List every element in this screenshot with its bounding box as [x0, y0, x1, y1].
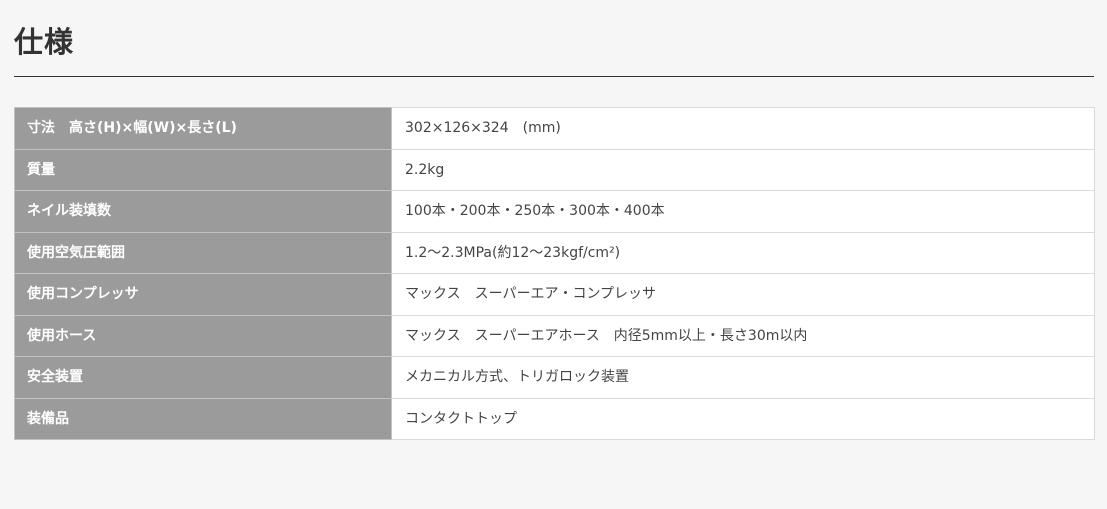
spec-label: 質量 [14, 148, 392, 191]
spec-label: 寸法 高さ(H)×幅(W)×長さ(L) [14, 107, 392, 150]
spec-row-dimensions: 寸法 高さ(H)×幅(W)×長さ(L) 302×126×324 (mm) [14, 107, 1095, 150]
spec-label: 使用コンプレッサ [14, 273, 392, 316]
spec-row-accessories: 装備品 コンタクトトップ [14, 397, 1095, 440]
spec-value: 302×126×324 (mm) [391, 107, 1095, 150]
spec-row-compressor: 使用コンプレッサ マックス スーパーエア・コンプレッサ [14, 273, 1095, 316]
spec-row-hose: 使用ホース マックス スーパーエアホース 内径5mm以上・長さ30m以内 [14, 314, 1095, 357]
spec-label: 使用ホース [14, 314, 392, 357]
spec-value: 2.2kg [391, 148, 1095, 191]
spec-row-weight: 質量 2.2kg [14, 148, 1095, 191]
page-title: 仕様 [14, 25, 75, 59]
spec-row-nail-capacity: ネイル装填数 100本・200本・250本・300本・400本 [14, 190, 1095, 233]
spec-page: 仕様 寸法 高さ(H)×幅(W)×長さ(L) 302×126×324 (mm) … [0, 0, 1107, 509]
spec-row-safety-device: 安全装置 メカニカル方式、トリガロック装置 [14, 356, 1095, 399]
spec-table: 寸法 高さ(H)×幅(W)×長さ(L) 302×126×324 (mm) 質量 … [14, 107, 1095, 440]
spec-row-air-pressure: 使用空気圧範囲 1.2〜2.3MPa(約12〜23kgf/cm²) [14, 231, 1095, 274]
spec-label: 装備品 [14, 397, 392, 440]
spec-value: 100本・200本・250本・300本・400本 [391, 190, 1095, 233]
spec-value: メカニカル方式、トリガロック装置 [391, 356, 1095, 399]
spec-value: マックス スーパーエアホース 内径5mm以上・長さ30m以内 [391, 314, 1095, 357]
spec-label: ネイル装填数 [14, 190, 392, 233]
spec-value: 1.2〜2.3MPa(約12〜23kgf/cm²) [391, 231, 1095, 274]
spec-value: マックス スーパーエア・コンプレッサ [391, 273, 1095, 316]
title-divider [14, 76, 1094, 77]
spec-label: 使用空気圧範囲 [14, 231, 392, 274]
spec-label: 安全装置 [14, 356, 392, 399]
spec-value: コンタクトトップ [391, 397, 1095, 440]
